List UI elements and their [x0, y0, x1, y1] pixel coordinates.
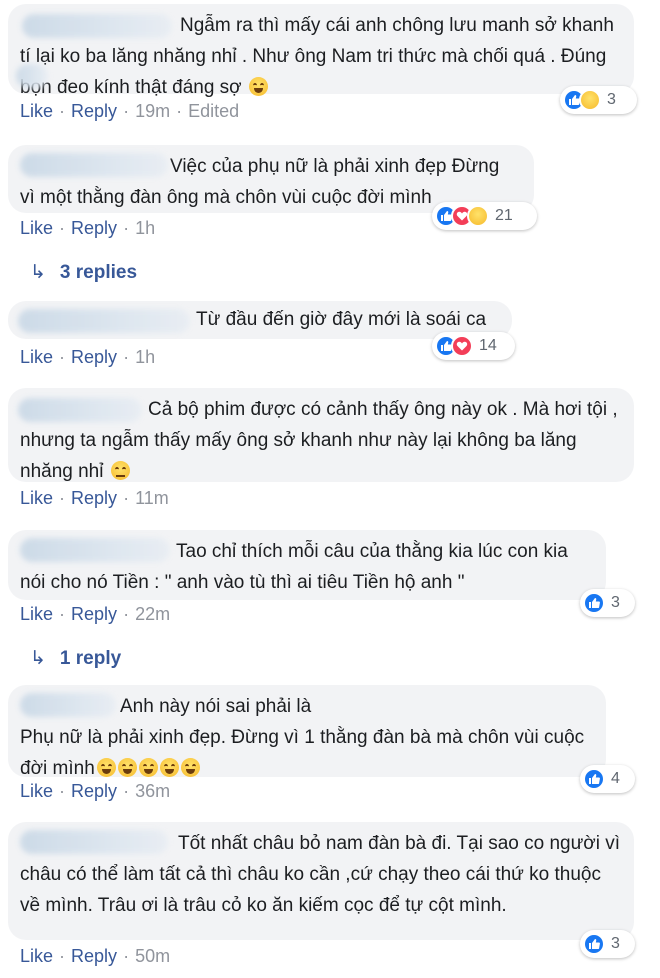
blurred-author-name	[20, 830, 168, 854]
like-link[interactable]: Like	[20, 101, 53, 121]
reply-link[interactable]: Reply	[71, 781, 117, 801]
haha-icon	[579, 89, 601, 111]
comment-actions: Like · Reply · 19m · Edited	[20, 101, 240, 121]
view-replies-link[interactable]: ↳ 3 replies	[30, 261, 137, 284]
blurred-author-name	[16, 64, 48, 88]
love-icon	[451, 335, 473, 357]
comment-actions: Like · Reply · 22m	[20, 604, 171, 624]
like-link[interactable]: Like	[20, 946, 53, 966]
comment-bubble: Tao chỉ thích mỗi câu của thằng kia lúc …	[8, 530, 606, 600]
reaction-summary[interactable]: 3	[560, 86, 637, 114]
blurred-author-name	[18, 398, 142, 422]
timestamp[interactable]: 36m	[135, 781, 170, 801]
like-icon	[583, 768, 605, 790]
reply-link[interactable]: Reply	[71, 488, 117, 508]
reaction-summary[interactable]: 3	[580, 930, 635, 958]
reaction-count: 3	[611, 935, 620, 952]
reaction-summary[interactable]: 3	[580, 589, 635, 617]
timestamp[interactable]: 50m	[135, 946, 170, 966]
comment-actions: Like · Reply · 1h	[20, 218, 156, 238]
blurred-author-name	[22, 14, 172, 38]
comment-bubble: Tốt nhất châu bỏ nam đàn bà đi. Tại sao …	[8, 822, 634, 940]
laughing-emoji-icon	[159, 758, 179, 777]
comment-actions: Like · Reply · 36m	[20, 781, 171, 801]
comment-bubble: Cả bộ phim được có cảnh thấy ông này ok …	[8, 388, 634, 482]
comment-actions: Like · Reply · 11m	[20, 488, 169, 508]
reaction-count: 3	[611, 594, 620, 611]
comment-bubble: Anh này nói sai phải là Phụ nữ là phải x…	[8, 685, 606, 779]
reaction-summary[interactable]: 4	[580, 765, 635, 793]
timestamp[interactable]: 22m	[135, 604, 170, 624]
reaction-summary[interactable]: 21	[432, 202, 537, 230]
comment-actions: Like · Reply · 50m	[20, 946, 171, 966]
like-link[interactable]: Like	[20, 218, 53, 238]
blurred-author-name	[18, 309, 190, 333]
reply-arrow-icon: ↳	[30, 262, 46, 283]
laughing-emoji-icon	[96, 758, 116, 777]
reply-link[interactable]: Reply	[71, 946, 117, 966]
laughing-emoji-icon	[180, 758, 200, 777]
blurred-author-name	[20, 693, 116, 717]
reply-link[interactable]: Reply	[71, 347, 117, 367]
comment-bubble: Ngẫm ra thì mấy cái anh chông lưu manh s…	[8, 4, 634, 98]
timestamp[interactable]: 11m	[135, 488, 169, 508]
blurred-author-name	[20, 538, 170, 562]
reaction-count: 21	[495, 207, 513, 224]
comment-actions: Like · Reply · 1h	[20, 347, 156, 367]
like-icon	[583, 592, 605, 614]
reply-arrow-icon: ↳	[30, 648, 46, 669]
timestamp[interactable]: 1h	[135, 347, 155, 367]
like-link[interactable]: Like	[20, 488, 53, 508]
haha-icon	[467, 205, 489, 227]
timestamp[interactable]: 19m	[135, 101, 170, 121]
view-replies-link[interactable]: ↳ 1 reply	[30, 647, 121, 670]
reaction-count: 4	[611, 770, 620, 787]
reaction-summary[interactable]: 14	[432, 332, 515, 360]
reaction-count: 14	[479, 337, 497, 354]
reply-link[interactable]: Reply	[71, 218, 117, 238]
laughing-emoji-icon	[138, 758, 158, 777]
timestamp[interactable]: 1h	[135, 218, 155, 238]
reaction-count: 3	[607, 91, 616, 108]
reply-link[interactable]: Reply	[71, 604, 117, 624]
edited-label: Edited	[188, 101, 240, 121]
like-link[interactable]: Like	[20, 347, 53, 367]
reply-link[interactable]: Reply	[71, 101, 117, 121]
like-link[interactable]: Like	[20, 604, 53, 624]
blurred-author-name	[20, 153, 168, 177]
laughing-emoji-icon	[117, 758, 137, 777]
thinking-emoji-icon	[110, 461, 130, 480]
comment-bubble: Từ đầu đến giờ đây mới là soái ca	[8, 301, 512, 339]
emoji-icon	[248, 77, 268, 96]
like-icon	[583, 933, 605, 955]
like-link[interactable]: Like	[20, 781, 53, 801]
